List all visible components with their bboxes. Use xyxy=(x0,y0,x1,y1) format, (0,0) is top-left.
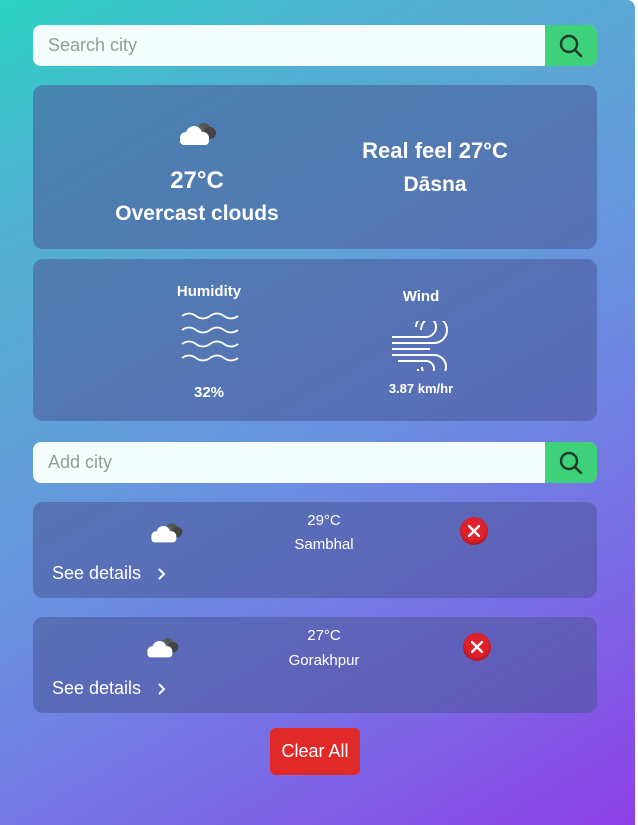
weather-app: 27°C Overcast clouds Real feel 27°C Dāsn… xyxy=(0,0,635,825)
chevron-right-icon xyxy=(158,683,166,695)
search-city-input[interactable] xyxy=(33,25,545,66)
current-temperature: 27°C xyxy=(170,167,224,194)
real-feel: Real feel 27°C xyxy=(362,138,508,163)
humidity-label: Humidity xyxy=(176,283,242,300)
remove-city-button[interactable] xyxy=(463,633,491,661)
close-icon xyxy=(468,525,480,537)
see-details-link[interactable]: See details xyxy=(52,563,166,584)
see-details-link[interactable]: See details xyxy=(52,678,166,699)
add-city-input[interactable] xyxy=(33,442,545,483)
search-icon xyxy=(559,34,583,57)
cloud-icon xyxy=(151,523,183,543)
saved-city-temperature: 29°C xyxy=(307,512,341,529)
remove-city-button[interactable] xyxy=(460,517,488,545)
current-weather-card: 27°C Overcast clouds Real feel 27°C Dāsn… xyxy=(33,85,597,249)
see-details-label: See details xyxy=(52,678,142,698)
cloud-icon xyxy=(180,123,216,145)
chevron-right-icon xyxy=(158,568,166,580)
waves-icon xyxy=(181,312,239,362)
saved-city-name: Gorakhpur xyxy=(288,652,360,669)
saved-city-card: 27°C Gorakhpur See details xyxy=(33,617,597,713)
add-city-button[interactable] xyxy=(545,442,597,483)
search-button[interactable] xyxy=(545,25,597,66)
wind-label: Wind xyxy=(402,288,440,305)
wind-icon xyxy=(392,321,448,371)
humidity-value: 32% xyxy=(193,384,225,401)
weather-description: Overcast clouds xyxy=(115,202,279,225)
saved-city-name: Sambhal xyxy=(294,536,354,553)
saved-city-card: 29°C Sambhal See details xyxy=(33,502,597,598)
weather-stats-card: Humidity 32% Wind 3.87 km/hr xyxy=(33,259,597,421)
city-name: Dāsna xyxy=(403,173,467,196)
close-icon xyxy=(471,641,483,653)
clear-all-button[interactable]: Clear All xyxy=(270,728,360,775)
search-bar xyxy=(33,25,597,66)
search-icon xyxy=(559,451,583,474)
wind-value: 3.87 km/hr xyxy=(388,381,454,396)
saved-city-temperature: 27°C xyxy=(307,627,341,644)
cloud-icon xyxy=(147,638,179,658)
see-details-label: See details xyxy=(52,563,142,583)
add-city-bar xyxy=(33,442,597,483)
